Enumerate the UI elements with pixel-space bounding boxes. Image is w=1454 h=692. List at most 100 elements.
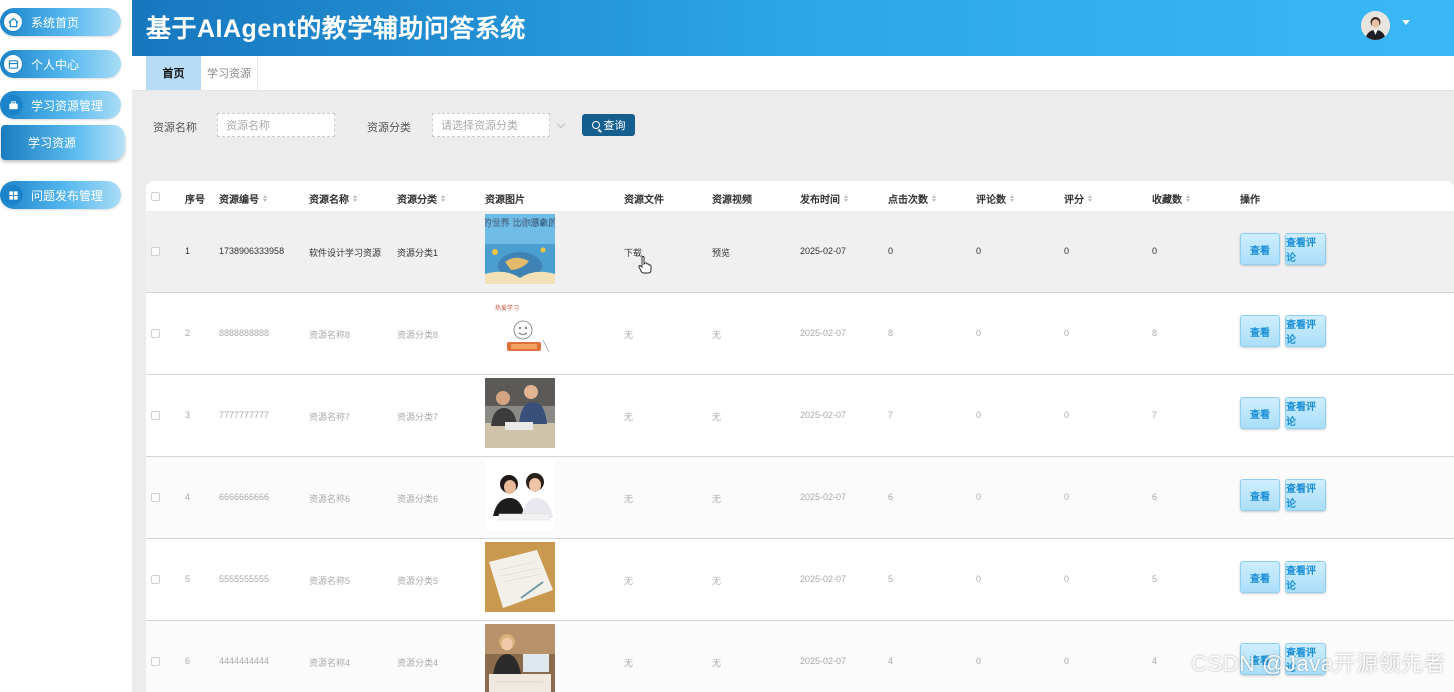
view-button[interactable]: 查看 bbox=[1240, 479, 1280, 511]
cell-video: 无 bbox=[712, 412, 722, 422]
cell-favorites: 7 bbox=[1152, 410, 1158, 420]
resource-name-label: 资源名称 bbox=[153, 122, 197, 134]
row-checkbox[interactable] bbox=[151, 657, 160, 666]
sidebar-item-label: 个人中心 bbox=[31, 57, 80, 72]
row-checkbox[interactable] bbox=[151, 329, 160, 338]
view-button[interactable]: 查看 bbox=[1240, 315, 1280, 347]
cell-favorites: 0 bbox=[1152, 246, 1158, 256]
resource-image bbox=[485, 624, 555, 692]
table-row: 2 8888888888 资源名称8 资源分类8 热爱学习 无 无 2025-0… bbox=[146, 293, 1454, 375]
view-button[interactable]: 查看 bbox=[1240, 397, 1280, 429]
sidebar: 系统首页 个人中心 学习资源管理 学习资源 问题发布管理 bbox=[0, 0, 132, 692]
col-header[interactable]: 资源编号 bbox=[219, 191, 267, 206]
col-header: 资源视频 bbox=[712, 195, 752, 206]
view-comments-button[interactable]: 查看评论 bbox=[1285, 233, 1326, 265]
table-row: 3 7777777777 资源名称7 资源分类7 无 无 2025-02-07 bbox=[146, 375, 1454, 457]
cell-rating: 0 bbox=[1064, 410, 1070, 420]
card-icon bbox=[3, 54, 23, 74]
sidebar-item-profile[interactable]: 个人中心 bbox=[0, 50, 121, 78]
resource-table: 序号 资源编号 资源名称 资源分类 资源图片 资源文件 资源视频 发布时间 点击… bbox=[146, 181, 1454, 692]
cell-comments: 0 bbox=[976, 574, 982, 584]
col-header[interactable]: 评论数 bbox=[976, 191, 1014, 206]
cell-category: 资源分类4 bbox=[397, 658, 439, 668]
cell-clicks: 6 bbox=[888, 492, 894, 502]
col-header: 资源文件 bbox=[624, 195, 664, 206]
row-checkbox[interactable] bbox=[151, 411, 160, 420]
sidebar-item-label: 问题发布管理 bbox=[31, 188, 104, 203]
col-header: 序号 bbox=[185, 195, 205, 206]
view-comments-button[interactable]: 查看评论 bbox=[1285, 479, 1326, 511]
cell-file: 无 bbox=[624, 576, 634, 586]
cell-rating: 0 bbox=[1064, 328, 1070, 338]
cell-index: 4 bbox=[185, 492, 191, 502]
cell-rating: 0 bbox=[1064, 492, 1070, 502]
hand-cursor-icon bbox=[638, 256, 652, 274]
cell-category: 资源分类5 bbox=[397, 576, 439, 586]
search-icon bbox=[591, 121, 600, 129]
col-header: 操作 bbox=[1240, 195, 1260, 206]
cell-clicks: 5 bbox=[888, 574, 894, 584]
cell-clicks: 4 bbox=[888, 656, 894, 666]
col-header[interactable]: 收藏数 bbox=[1152, 191, 1190, 206]
row-checkbox[interactable] bbox=[151, 247, 160, 256]
preview-link[interactable]: 预览 bbox=[712, 246, 730, 259]
cell-file: 无 bbox=[624, 412, 634, 422]
sort-icon bbox=[1186, 195, 1190, 202]
select-all-checkbox[interactable] bbox=[151, 192, 160, 201]
cell-file: 无 bbox=[624, 330, 634, 340]
grid-icon bbox=[3, 185, 23, 205]
col-header[interactable]: 发布时间 bbox=[800, 191, 848, 206]
cell-comments: 0 bbox=[976, 492, 982, 502]
watermark: CSDN @Java开源领先者 bbox=[1191, 651, 1446, 676]
sidebar-item-question-management[interactable]: 问题发布管理 bbox=[0, 181, 121, 209]
query-button[interactable]: 查询 bbox=[582, 114, 635, 136]
resource-name-input[interactable]: 资源名称 bbox=[217, 113, 335, 137]
home-icon bbox=[3, 12, 23, 32]
col-header[interactable]: 点击次数 bbox=[888, 191, 936, 206]
resource-category-select[interactable]: 请选择资源分类 bbox=[432, 113, 550, 137]
tab-resources[interactable]: 学习资源 bbox=[201, 56, 258, 90]
cell-index: 3 bbox=[185, 410, 191, 420]
view-button[interactable]: 查看 bbox=[1240, 561, 1280, 593]
sidebar-item-resource-management[interactable]: 学习资源管理 bbox=[0, 91, 121, 119]
cell-favorites: 5 bbox=[1152, 574, 1158, 584]
view-button[interactable]: 查看 bbox=[1240, 233, 1280, 265]
sidebar-item-label: 学习资源管理 bbox=[31, 98, 104, 113]
view-comments-button[interactable]: 查看评论 bbox=[1285, 315, 1326, 347]
sidebar-item-home[interactable]: 系统首页 bbox=[0, 8, 121, 36]
chevron-down-icon[interactable] bbox=[1402, 20, 1410, 25]
cell-name: 资源名称7 bbox=[309, 412, 351, 422]
row-checkbox[interactable] bbox=[151, 493, 160, 502]
resource-image: 节国的世界 比你想象的更大 bbox=[485, 214, 555, 284]
view-comments-button[interactable]: 查看评论 bbox=[1285, 561, 1326, 593]
resource-image bbox=[485, 460, 555, 530]
resource-category-label: 资源分类 bbox=[367, 122, 411, 134]
cell-favorites: 4 bbox=[1152, 656, 1158, 666]
avatar[interactable] bbox=[1361, 11, 1390, 40]
col-header[interactable]: 资源分类 bbox=[397, 191, 445, 206]
cell-video: 无 bbox=[712, 658, 722, 668]
chevron-down-icon bbox=[556, 119, 566, 129]
sort-icon bbox=[932, 195, 936, 202]
sort-icon bbox=[844, 195, 848, 202]
briefcase-icon bbox=[3, 95, 23, 115]
cell-clicks: 7 bbox=[888, 410, 894, 420]
cell-name: 软件设计学习资源 bbox=[309, 248, 382, 258]
cell-category: 资源分类8 bbox=[397, 330, 439, 340]
cell-index: 2 bbox=[185, 328, 191, 338]
cell-file: 无 bbox=[624, 658, 634, 668]
row-checkbox[interactable] bbox=[151, 575, 160, 584]
view-comments-button[interactable]: 查看评论 bbox=[1285, 397, 1326, 429]
cell-date: 2025-02-07 bbox=[800, 410, 847, 420]
col-header[interactable]: 评分 bbox=[1064, 191, 1092, 206]
resource-image: 热爱学习 bbox=[485, 296, 555, 366]
cell-date: 2025-02-07 bbox=[800, 656, 847, 666]
sidebar-subitem-resources[interactable]: 学习资源 bbox=[1, 125, 125, 160]
table-header: 序号 资源编号 资源名称 资源分类 资源图片 资源文件 资源视频 发布时间 点击… bbox=[146, 181, 1454, 211]
tab-home[interactable]: 首页 bbox=[146, 56, 201, 90]
cell-code: 6666666666 bbox=[219, 492, 270, 502]
cell-rating: 0 bbox=[1064, 574, 1070, 584]
col-header[interactable]: 资源名称 bbox=[309, 191, 357, 206]
cell-date: 2025-02-07 bbox=[800, 328, 847, 338]
cell-favorites: 6 bbox=[1152, 492, 1158, 502]
